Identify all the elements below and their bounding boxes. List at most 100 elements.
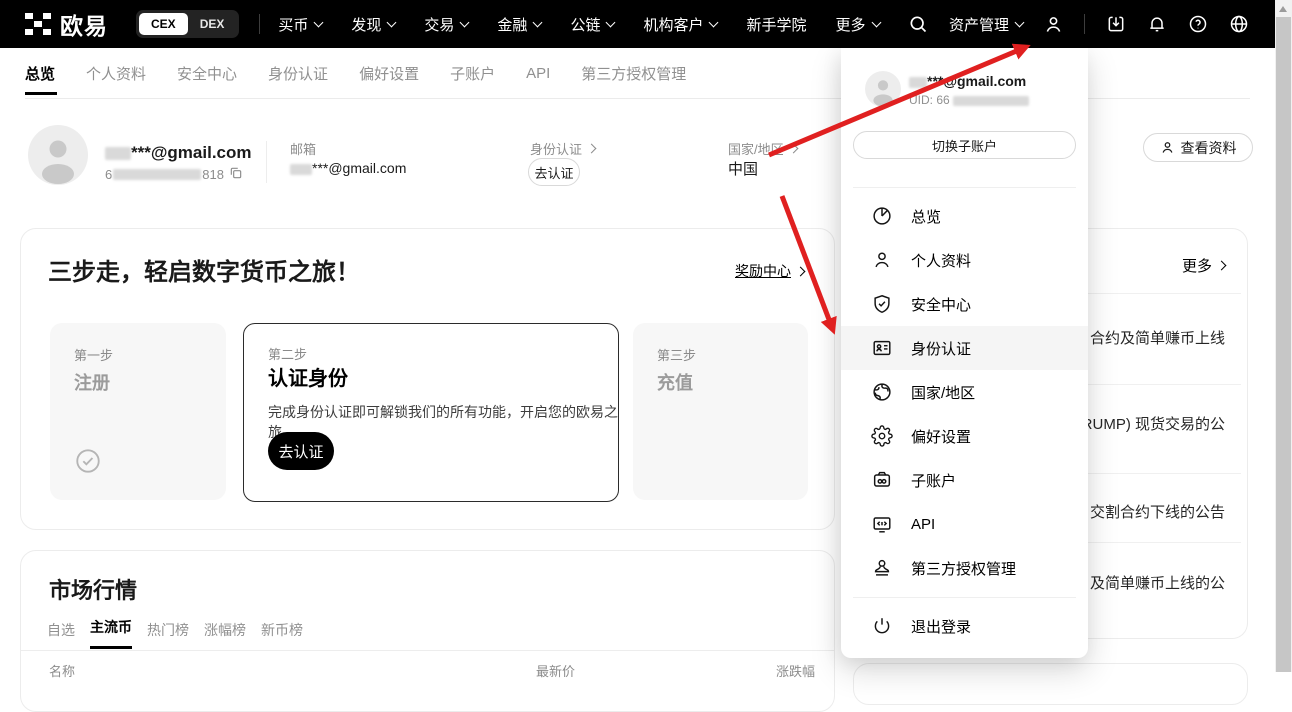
market-tabs: 自选 主流币 热门榜 涨幅榜 新币榜 <box>47 617 303 649</box>
person-icon <box>1160 140 1175 155</box>
nav-academy[interactable]: 新手学院 <box>746 14 806 35</box>
api-icon <box>871 513 893 535</box>
chevron-down-icon <box>709 18 719 28</box>
tab-mainstream[interactable]: 主流币 <box>90 617 132 649</box>
column-name: 名称 <box>49 661 75 680</box>
nav-institutions[interactable]: 机构客户 <box>643 14 717 35</box>
announcement-item[interactable]: 合约及简单赚币上线 <box>1090 327 1225 348</box>
country-label[interactable]: 国家/地区 <box>728 139 797 158</box>
profile-email: ***@gmail.com <box>105 143 252 163</box>
redacted-text <box>290 164 312 175</box>
menu-item-identity-verification[interactable]: 身份认证 <box>841 326 1088 370</box>
chevron-down-icon <box>314 18 324 28</box>
view-profile-button[interactable]: 查看资料 <box>1143 133 1253 162</box>
switch-subaccount-button[interactable]: 切换子账户 <box>853 131 1076 159</box>
tab-identity-verification[interactable]: 身份认证 <box>268 63 328 84</box>
tab-new-coins[interactable]: 新币榜 <box>261 620 303 649</box>
announcement-item[interactable]: 交割合约下线的公告 <box>1090 501 1225 522</box>
next-card-edge <box>853 663 1248 705</box>
menu-item-logout[interactable]: 退出登录 <box>841 604 1088 648</box>
top-navbar: 欧易 CEX DEX 买币 发现 交易 金融 公链 机构客户 新手学院 更多 资… <box>0 0 1275 48</box>
tab-gainers[interactable]: 涨幅榜 <box>204 620 246 649</box>
announcement-item[interactable]: TRUMP) 现货交易的公 <box>1073 413 1226 434</box>
search-icon[interactable] <box>908 14 929 35</box>
redacted-text <box>113 169 201 180</box>
page-scrollbar[interactable] <box>1275 0 1292 672</box>
chevron-down-icon <box>871 18 881 28</box>
user-account-icon[interactable] <box>1043 14 1064 35</box>
language-globe-icon[interactable] <box>1228 14 1249 35</box>
nav-trade[interactable]: 交易 <box>424 14 468 35</box>
tab-preferences[interactable]: 偏好设置 <box>359 63 419 84</box>
tab-hot[interactable]: 热门榜 <box>147 620 189 649</box>
tab-subaccounts[interactable]: 子账户 <box>450 63 495 84</box>
notifications-bell-icon[interactable] <box>1146 14 1167 35</box>
menu-item-country-region[interactable]: 国家/地区 <box>841 370 1088 414</box>
id-card-icon <box>871 337 893 359</box>
step-number: 第二步 <box>268 344 307 363</box>
dropdown-email: ***@gmail.com <box>909 73 1026 89</box>
divider <box>853 187 1076 188</box>
subaccount-icon <box>871 469 893 491</box>
nav-buy-crypto[interactable]: 买币 <box>278 14 322 35</box>
tab-api[interactable]: API <box>526 65 550 82</box>
check-circle-icon <box>74 447 102 480</box>
tab-favorites[interactable]: 自选 <box>47 620 75 649</box>
menu-item-overview[interactable]: 总览 <box>841 194 1088 238</box>
step-card-verify: 第二步 认证身份 完成身份认证即可解锁我们的所有功能，开启您的欧易之旅。 去认证 <box>243 323 619 502</box>
download-app-icon[interactable] <box>1105 14 1126 35</box>
chevron-right-icon <box>788 144 798 154</box>
profile-divider <box>266 141 267 183</box>
scrollbar-thumb[interactable] <box>1276 17 1291 672</box>
verify-now-button[interactable]: 去认证 <box>528 158 580 186</box>
chevron-down-icon <box>460 18 470 28</box>
tab-security-center[interactable]: 安全中心 <box>177 63 237 84</box>
globe-icon <box>871 381 893 403</box>
menu-item-preferences[interactable]: 偏好设置 <box>841 414 1088 458</box>
gear-icon <box>871 425 893 447</box>
announcements-more-link[interactable]: 更多 <box>1182 255 1225 276</box>
step-title: 认证身份 <box>268 362 348 391</box>
profile-uid: 6818 <box>105 166 243 183</box>
tab-third-party-auth[interactable]: 第三方授权管理 <box>581 63 686 84</box>
scrollbar-up-arrow[interactable] <box>1279 6 1287 12</box>
pie-chart-icon <box>871 205 893 227</box>
nav-discover[interactable]: 发现 <box>351 14 395 35</box>
announcement-item[interactable]: 及简单赚币上线的公 <box>1090 572 1225 593</box>
stamp-icon <box>871 557 893 579</box>
nav-chain[interactable]: 公链 <box>570 14 614 35</box>
tab-personal-info[interactable]: 个人资料 <box>86 63 146 84</box>
power-icon <box>871 615 893 637</box>
menu-item-third-party-auth[interactable]: 第三方授权管理 <box>841 546 1088 590</box>
okx-logo[interactable]: 欧易 <box>25 7 108 41</box>
dropdown-avatar <box>865 71 901 107</box>
reward-center-link[interactable]: 奖励中心 <box>735 261 804 281</box>
nav-more[interactable]: 更多 <box>835 14 879 35</box>
cex-toggle[interactable]: CEX <box>139 13 188 35</box>
menu-item-api[interactable]: API <box>841 502 1088 546</box>
copy-icon[interactable] <box>229 166 243 183</box>
market-title: 市场行情 <box>49 573 137 605</box>
chevron-down-icon <box>606 18 616 28</box>
tab-overview[interactable]: 总览 <box>25 63 55 84</box>
assets-menu[interactable]: 资产管理 <box>949 14 1023 35</box>
menu-item-security-center[interactable]: 安全中心 <box>841 282 1088 326</box>
dex-toggle[interactable]: DEX <box>188 13 237 35</box>
nav-finance[interactable]: 金融 <box>497 14 541 35</box>
step-title: 注册 <box>74 369 110 395</box>
logo-text: 欧易 <box>60 7 108 41</box>
divider <box>853 597 1076 598</box>
step-number: 第一步 <box>74 345 113 364</box>
menu-item-subaccounts[interactable]: 子账户 <box>841 458 1088 502</box>
help-icon[interactable] <box>1187 14 1208 35</box>
market-card: 市场行情 自选 主流币 热门榜 涨幅榜 新币榜 名称 最新价 涨跌幅 <box>20 550 835 712</box>
tabs-border <box>21 650 834 651</box>
menu-item-personal-info[interactable]: 个人资料 <box>841 238 1088 282</box>
country-value: 中国 <box>728 158 758 179</box>
kyc-label[interactable]: 身份认证 <box>530 139 595 158</box>
step-card-register: 第一步 注册 <box>50 323 226 500</box>
user-icon <box>871 249 893 271</box>
onboarding-title: 三步走，轻启数字货币之旅！ <box>48 252 360 287</box>
step-card-deposit: 第三步 充值 <box>633 323 808 500</box>
go-verify-button[interactable]: 去认证 <box>268 432 334 470</box>
